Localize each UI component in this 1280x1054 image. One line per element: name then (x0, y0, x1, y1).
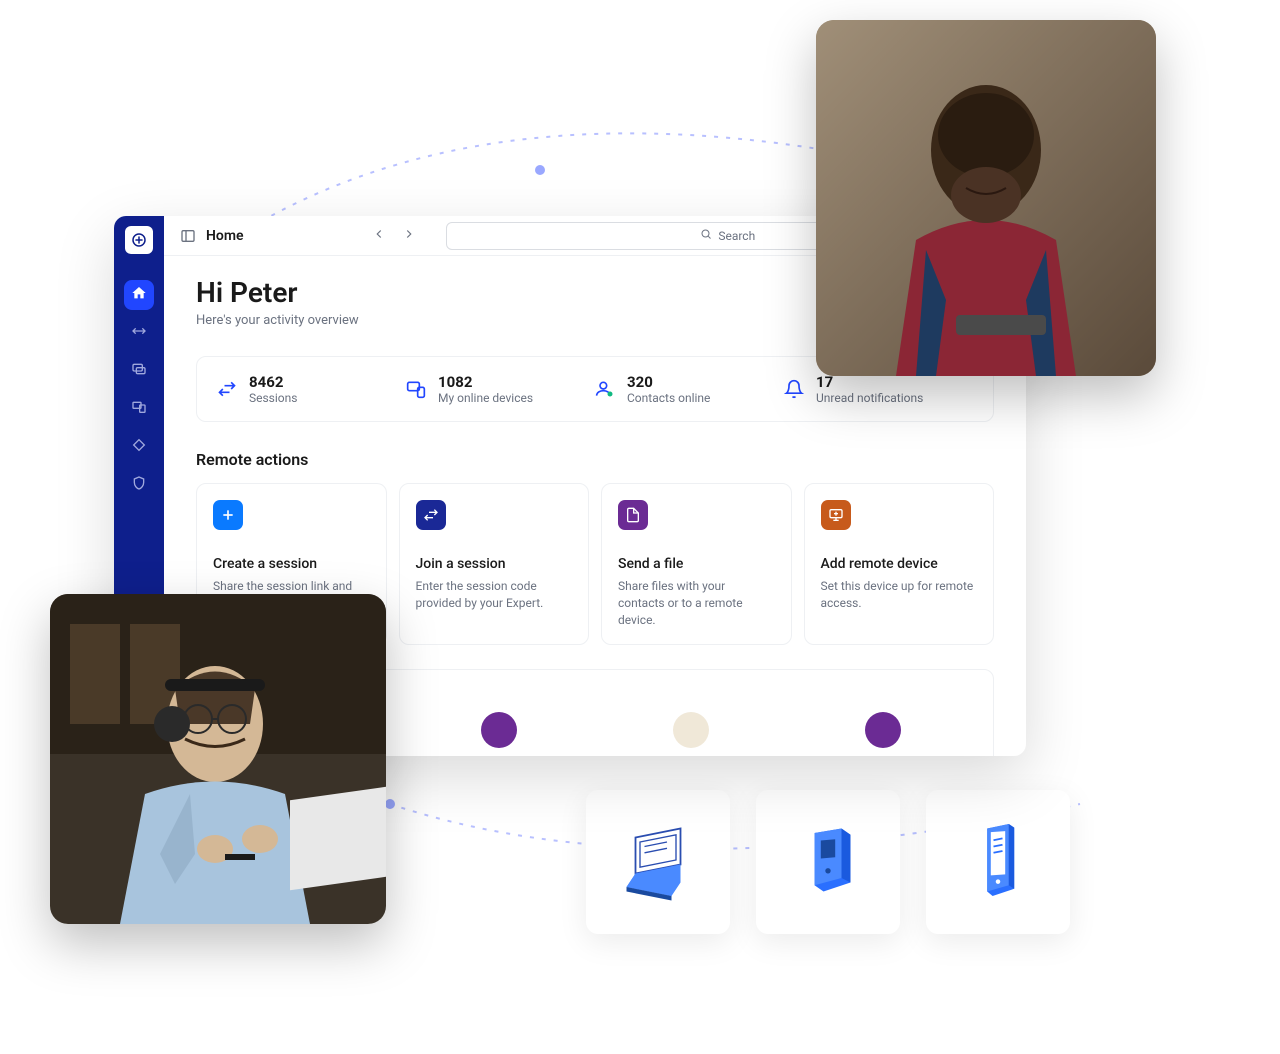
devices-icon (131, 399, 147, 419)
nav-sessions[interactable] (124, 318, 154, 348)
remote-actions-title: Remote actions (196, 450, 994, 469)
monitor-plus-icon (821, 500, 851, 530)
stat-label: Contacts online (627, 391, 710, 405)
stat-value: 320 (627, 373, 710, 391)
join-icon (416, 500, 446, 530)
nav-tag[interactable] (124, 432, 154, 462)
action-desc: Share files with your contacts or to a r… (618, 578, 775, 628)
phone-icon (953, 815, 1043, 909)
swap-icon (131, 323, 147, 343)
avatar (865, 712, 901, 748)
phone-device-card[interactable] (926, 790, 1070, 934)
join-session-card[interactable]: Join a session Enter the session code pr… (399, 483, 590, 645)
stat-value: 8462 (249, 373, 297, 391)
server-icon (783, 815, 873, 909)
avatar (673, 712, 709, 748)
devices-stat-icon (406, 379, 426, 399)
send-file-card[interactable]: Send a file Share files with your contac… (601, 483, 792, 645)
panel-toggle-icon[interactable] (180, 228, 196, 244)
tag-icon (131, 437, 147, 457)
home-icon (131, 285, 147, 305)
shield-icon (131, 475, 147, 495)
person-photo-top (816, 20, 1156, 376)
nav-home[interactable] (124, 280, 154, 310)
contact-item[interactable] (601, 690, 781, 748)
search-placeholder: Search (718, 229, 755, 243)
laptop-device-card[interactable] (586, 790, 730, 934)
avatar (481, 712, 517, 748)
sessions-icon (217, 379, 237, 399)
file-icon (618, 500, 648, 530)
contacts-icon (595, 379, 615, 399)
stat-value: 1082 (438, 373, 533, 391)
stat-label: My online devices (438, 391, 533, 405)
laptop-icon (613, 815, 703, 909)
chevron-left-icon (372, 226, 386, 245)
chevron-right-icon (402, 226, 416, 245)
action-title: Add remote device (821, 556, 978, 572)
plus-icon (213, 500, 243, 530)
stat-label: Sessions (249, 391, 297, 405)
chat-icon (131, 361, 147, 381)
server-device-card[interactable] (756, 790, 900, 934)
contact-item[interactable] (409, 690, 589, 748)
nav-shield[interactable] (124, 470, 154, 500)
nav-chat[interactable] (124, 356, 154, 386)
stat-sessions[interactable]: 8462 Sessions (217, 373, 406, 405)
search-icon (700, 228, 712, 243)
action-title: Join a session (416, 556, 573, 572)
nav-devices[interactable] (124, 394, 154, 424)
action-desc: Set this device up for remote access. (821, 578, 978, 612)
action-title: Create a session (213, 556, 370, 572)
stat-devices[interactable]: 1082 My online devices (406, 373, 595, 405)
stat-contacts[interactable]: 320 Contacts online (595, 373, 784, 405)
device-cards-row (586, 790, 1070, 934)
breadcrumb-title: Home (206, 228, 244, 244)
stat-notifications[interactable]: 17 Unread notifications (784, 373, 973, 405)
action-desc: Enter the session code provided by your … (416, 578, 573, 612)
bell-icon (784, 379, 804, 399)
app-logo[interactable] (125, 226, 153, 254)
nav-forward-button[interactable] (396, 223, 422, 249)
stat-label: Unread notifications (816, 391, 923, 405)
contact-item[interactable] (793, 690, 973, 748)
nav-back-button[interactable] (366, 223, 392, 249)
person-photo-bottom (50, 594, 386, 924)
add-device-card[interactable]: Add remote device Set this device up for… (804, 483, 995, 645)
action-title: Send a file (618, 556, 775, 572)
